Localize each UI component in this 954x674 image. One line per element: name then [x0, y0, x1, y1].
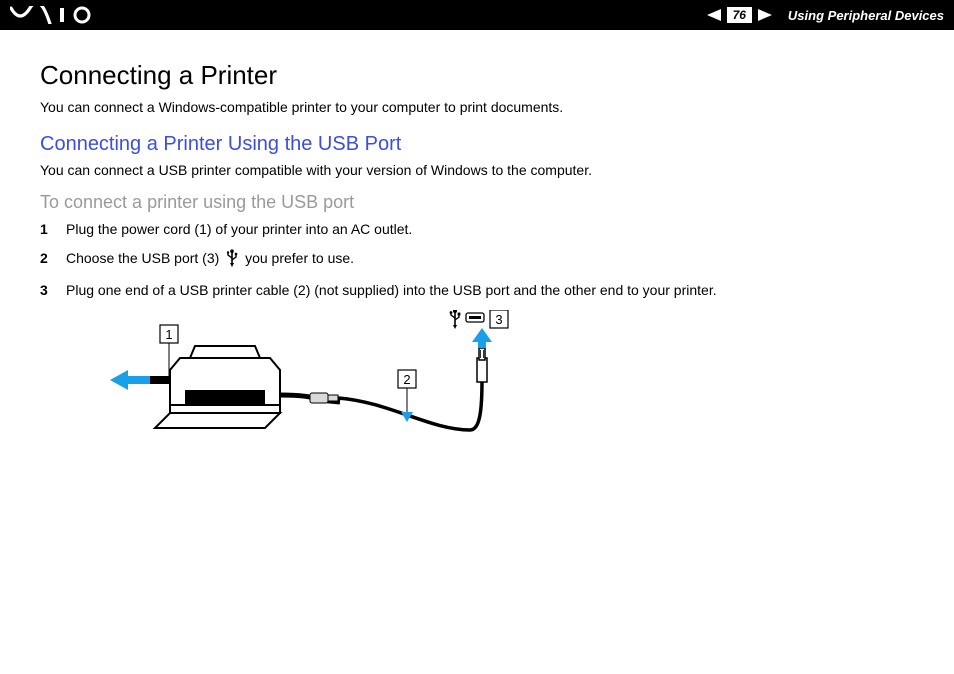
diagram-label-3: 3 [495, 312, 502, 327]
header-bar: 76 Using Peripheral Devices [0, 0, 954, 30]
step-text-b: you prefer to use. [245, 250, 354, 266]
step-text-a: Choose the USB port (3) [66, 250, 219, 266]
usb-port-icon [466, 313, 484, 322]
subsection-title: Connecting a Printer Using the USB Port [40, 133, 914, 156]
step-3: 3 Plug one end of a USB printer cable (2… [40, 282, 914, 298]
next-page-arrow-icon[interactable] [758, 9, 772, 21]
subsection-intro: You can connect a USB printer compatible… [40, 162, 914, 178]
header-nav: 76 Using Peripheral Devices [707, 7, 944, 23]
step-text: Choose the USB port (3) you prefer to us… [66, 249, 354, 270]
usb-icon [225, 249, 239, 270]
procedure-title: To connect a printer using the USB port [40, 192, 914, 213]
step-1: 1 Plug the power cord (1) of your printe… [40, 221, 914, 237]
usb-plug-icon [477, 348, 487, 382]
prev-page-arrow-icon[interactable] [707, 9, 721, 21]
step-text: Plug the power cord (1) of your printer … [66, 221, 412, 237]
diagram-label-2: 2 [403, 372, 410, 387]
step-2: 2 Choose the USB port (3) you prefer to … [40, 249, 914, 270]
page-content: Connecting a Printer You can connect a W… [0, 30, 954, 475]
step-number: 2 [40, 250, 52, 266]
step-number: 1 [40, 221, 52, 237]
step-number: 3 [40, 282, 52, 298]
diagram-label-1: 1 [165, 327, 172, 342]
intro-text: You can connect a Windows-compatible pri… [40, 99, 914, 115]
page-title: Connecting a Printer [40, 60, 914, 91]
vaio-logo [10, 6, 106, 24]
connection-diagram: 1 [110, 310, 914, 465]
section-label: Using Peripheral Devices [788, 8, 944, 23]
usb-symbol-icon [450, 310, 461, 329]
step-text: Plug one end of a USB printer cable (2) … [66, 282, 717, 298]
page-number: 76 [727, 7, 752, 23]
